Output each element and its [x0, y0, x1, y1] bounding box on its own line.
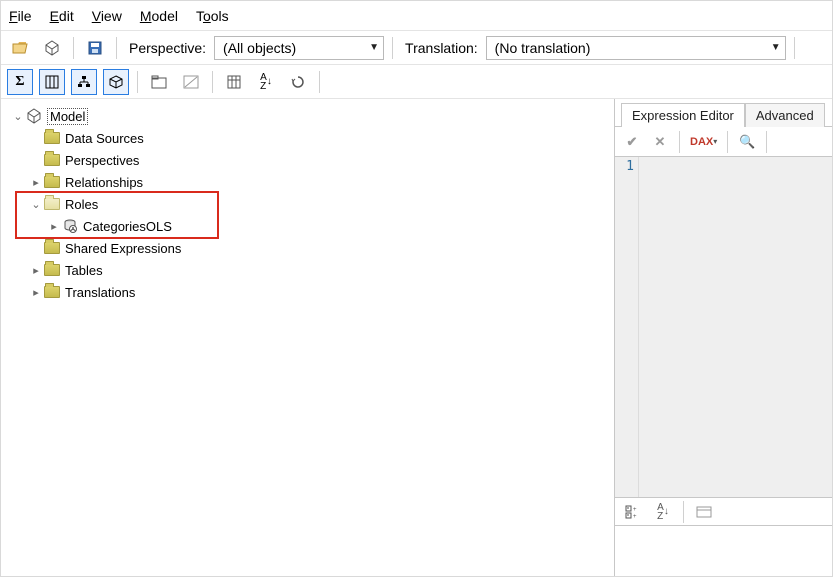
separator — [392, 37, 393, 59]
tree-root[interactable]: ⌄ Model — [5, 105, 614, 127]
expand-toggle[interactable]: ▸ — [29, 176, 43, 189]
folder-open-icon — [43, 195, 61, 213]
perspective-combo[interactable]: (All objects) ▼ — [214, 36, 384, 60]
separator — [319, 71, 320, 93]
tree-label: Translations — [65, 285, 135, 300]
property-pages-button[interactable] — [692, 501, 716, 523]
tree-item-data-sources[interactable]: ▸ Data Sources — [5, 127, 614, 149]
cube-button[interactable] — [103, 69, 129, 95]
tree-item-categoriesols[interactable]: ▸ CategoriesOLS — [5, 215, 614, 237]
deploy-button[interactable] — [39, 35, 65, 61]
right-tabs: Expression Editor Advanced — [615, 99, 832, 127]
folder-icon — [43, 239, 61, 257]
tree-label: Shared Expressions — [65, 241, 181, 256]
editor-gutter: 1 — [615, 157, 639, 497]
accept-button[interactable]: ✔ — [621, 131, 643, 153]
separator — [679, 131, 680, 153]
tree-item-roles[interactable]: ⌄ Roles — [5, 193, 614, 215]
menu-bar: File Edit View Model Tools — [1, 1, 832, 31]
folder-icon — [43, 151, 61, 169]
save-button[interactable] — [82, 35, 108, 61]
menu-file[interactable]: File — [9, 8, 32, 24]
menu-model[interactable]: Model — [140, 8, 178, 24]
separator — [727, 131, 728, 153]
chevron-down-icon: ▼ — [771, 42, 781, 53]
svg-text:+: + — [633, 507, 637, 513]
menu-view[interactable]: View — [92, 8, 122, 24]
search-button[interactable]: 🔍 — [736, 131, 758, 153]
folder-icon — [43, 283, 61, 301]
editor-area[interactable] — [639, 157, 832, 497]
separator — [116, 37, 117, 59]
expand-toggle[interactable]: ⌄ — [11, 110, 25, 123]
hierarchy-button[interactable] — [71, 69, 97, 95]
sigma-button[interactable]: Σ — [7, 69, 33, 95]
tree-label: Data Sources — [65, 131, 144, 146]
columns-button[interactable] — [39, 69, 65, 95]
expand-toggle[interactable]: ⌄ — [29, 198, 43, 211]
table-view-button[interactable] — [221, 69, 247, 95]
role-icon — [61, 217, 79, 235]
tree-item-relationships[interactable]: ▸ Relationships — [5, 171, 614, 193]
model-tree[interactable]: ⌄ Model ▸ Data Sources ▸ Perspectives ▸ … — [1, 99, 615, 576]
body: ⌄ Model ▸ Data Sources ▸ Perspectives ▸ … — [1, 99, 832, 576]
toolbar-view: Σ AZ↓ — [1, 65, 832, 99]
separator — [683, 501, 684, 523]
translation-combo[interactable]: (No translation) ▼ — [486, 36, 786, 60]
tab-expression-editor[interactable]: Expression Editor — [621, 103, 745, 127]
sort-az-button[interactable]: AZ↓ — [253, 69, 279, 95]
separator — [766, 131, 767, 153]
separator — [73, 37, 74, 59]
expression-editor[interactable]: 1 — [615, 157, 832, 498]
folder-icon — [43, 173, 61, 191]
open-folder-button[interactable] — [7, 35, 33, 61]
expand-toggle[interactable]: ▸ — [47, 220, 61, 233]
folder-icon — [43, 129, 61, 147]
folder-icon — [43, 261, 61, 279]
categorized-button[interactable]: ++ — [621, 501, 645, 523]
expression-toolbar: ✔ ✕ DAX ▾ 🔍 — [615, 127, 832, 157]
perspective-label: Perspective: — [129, 40, 206, 56]
separator — [137, 71, 138, 93]
toolbar-main: Perspective: (All objects) ▼ Translation… — [1, 31, 832, 65]
separator — [794, 37, 795, 59]
tree-label: Perspectives — [65, 153, 139, 168]
hidden-toggle-button[interactable] — [178, 69, 204, 95]
expand-toggle[interactable]: ▸ — [29, 264, 43, 277]
translation-value: (No translation) — [495, 40, 591, 56]
chevron-down-icon: ▾ — [713, 137, 717, 146]
tree-label: Model — [47, 108, 88, 125]
tree-item-translations[interactable]: ▸ Translations — [5, 281, 614, 303]
tree-label: Tables — [65, 263, 103, 278]
svg-text:+: + — [633, 514, 637, 519]
cube-icon — [25, 107, 43, 125]
tree-item-perspectives[interactable]: ▸ Perspectives — [5, 149, 614, 171]
properties-toolbar: ++ AZ↓ — [615, 498, 832, 526]
perspective-value: (All objects) — [223, 40, 296, 56]
properties-grid[interactable] — [615, 526, 832, 576]
tree-label: Roles — [65, 197, 98, 212]
right-panel: Expression Editor Advanced ✔ ✕ DAX ▾ 🔍 1… — [615, 99, 832, 576]
folder-view-button[interactable] — [146, 69, 172, 95]
tree-label: Relationships — [65, 175, 143, 190]
tab-advanced[interactable]: Advanced — [745, 103, 825, 127]
dax-mode-button[interactable]: DAX ▾ — [688, 131, 719, 153]
menu-edit[interactable]: Edit — [50, 8, 74, 24]
refresh-button[interactable] — [285, 69, 311, 95]
separator — [212, 71, 213, 93]
tree-item-shared-expressions[interactable]: ▸ Shared Expressions — [5, 237, 614, 259]
translation-label: Translation: — [405, 40, 478, 56]
tree-label: CategoriesOLS — [83, 219, 172, 234]
chevron-down-icon: ▼ — [369, 42, 379, 53]
expand-toggle[interactable]: ▸ — [29, 286, 43, 299]
menu-tools[interactable]: Tools — [196, 8, 229, 24]
cancel-button[interactable]: ✕ — [649, 131, 671, 153]
alphabetical-button[interactable]: AZ↓ — [651, 501, 675, 523]
tree-item-tables[interactable]: ▸ Tables — [5, 259, 614, 281]
